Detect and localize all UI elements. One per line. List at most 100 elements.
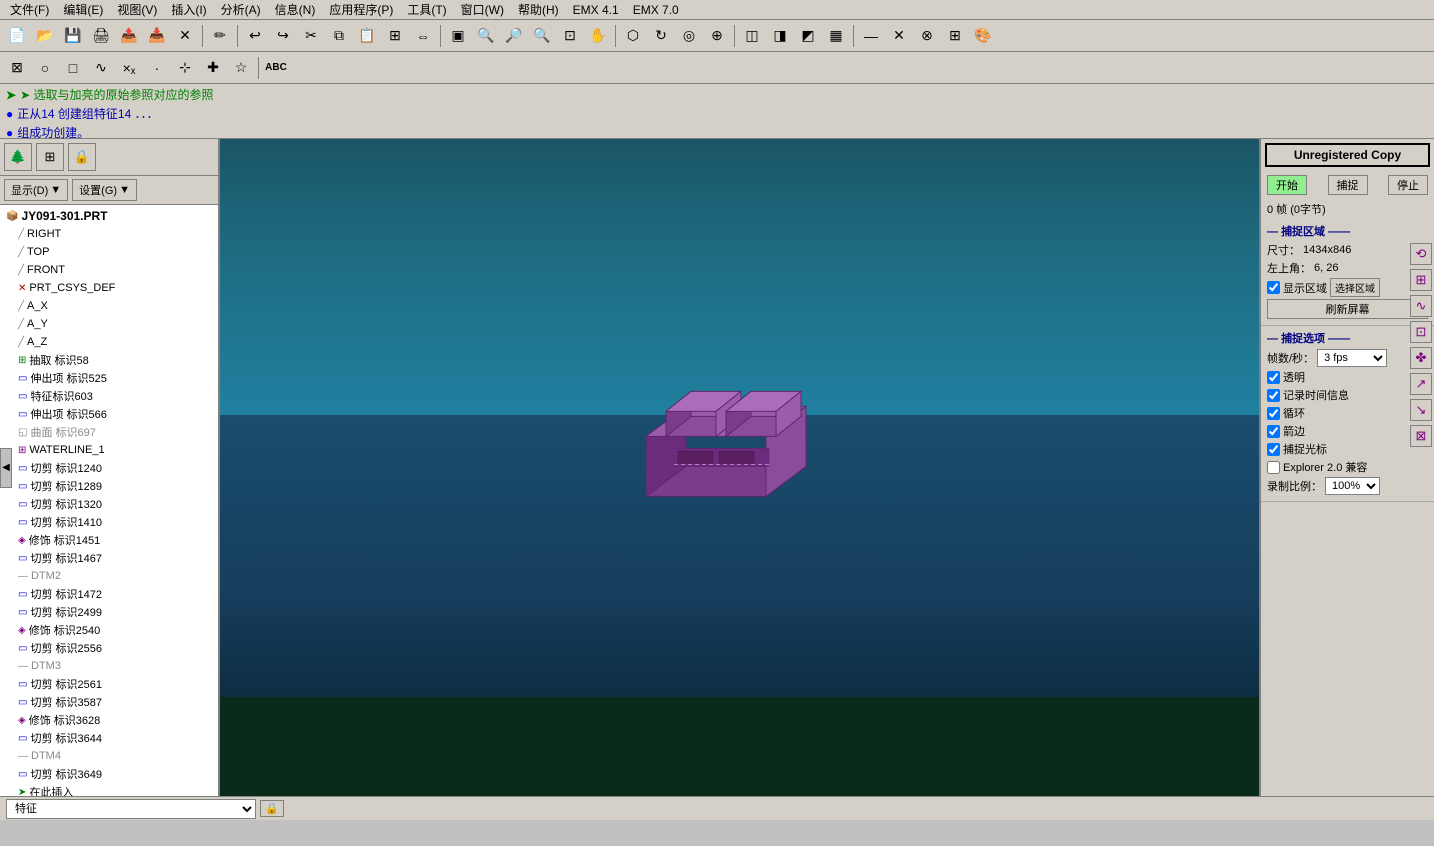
tree-item[interactable]: ╱ A_Z (2, 333, 216, 351)
loop-checkbox[interactable] (1267, 407, 1280, 420)
tb2-3[interactable]: □ (60, 55, 86, 81)
tree-item[interactable]: ╱ A_X (2, 297, 216, 315)
fps-select[interactable]: 3 fps 5 fps 10 fps 15 fps (1317, 349, 1387, 367)
refresh-button[interactable]: 刷新屏幕 (1267, 299, 1428, 319)
tb2-2[interactable]: ○ (32, 55, 58, 81)
tree-item[interactable]: — DTM2 (2, 567, 216, 585)
cursor-checkbox[interactable] (1267, 443, 1280, 456)
explorer-checkbox[interactable] (1267, 461, 1280, 474)
menu-info[interactable]: 信息(N) (269, 0, 322, 19)
ri-btn-6[interactable]: ↗ (1410, 373, 1432, 395)
feature-select[interactable]: 特征 (6, 799, 256, 819)
tb-open[interactable]: 📂 (32, 23, 58, 49)
tb-save[interactable]: 💾 (60, 23, 86, 49)
tb2-anno[interactable]: ABC (263, 55, 289, 81)
tb2-6[interactable]: ∙ (144, 55, 170, 81)
tree-item[interactable]: ✕ PRT_CSYS_DEF (2, 279, 216, 297)
tree-item[interactable]: ▭ 切剪 标识2556 (2, 639, 216, 657)
record-time-checkbox[interactable] (1267, 389, 1280, 402)
settings-dropdown[interactable]: 设置(G) ▼ (72, 179, 137, 201)
tree-item[interactable]: ▭ 切剪 标识1289 (2, 477, 216, 495)
lock-button[interactable]: 🔒 (260, 800, 284, 817)
tree-item[interactable]: ⊞ WATERLINE_1 (2, 441, 216, 459)
tb2-9[interactable]: ☆ (228, 55, 254, 81)
ri-btn-4[interactable]: ⊡ (1410, 321, 1432, 343)
tree-item[interactable]: ▭ 特征标识603 (2, 387, 216, 405)
collapse-panel-button[interactable]: ◀ (0, 448, 12, 488)
tb-copy[interactable]: ⧉ (326, 23, 352, 49)
tree-item[interactable]: ⊞ 抽取 标识58 (2, 351, 216, 369)
tb-datum2[interactable]: ✕ (886, 23, 912, 49)
ri-btn-1[interactable]: ⟲ (1410, 243, 1432, 265)
menu-analysis[interactable]: 分析(A) (215, 0, 267, 19)
border-checkbox[interactable] (1267, 425, 1280, 438)
tree-item[interactable]: ▭ 切剪 标识1240 (2, 459, 216, 477)
menu-help[interactable]: 帮助(H) (512, 0, 565, 19)
tb2-1[interactable]: ⊠ (4, 55, 30, 81)
start-button[interactable]: 开始 (1267, 175, 1307, 195)
ri-btn-3[interactable]: ∿ (1410, 295, 1432, 317)
menu-file[interactable]: 文件(F) (4, 0, 55, 19)
tree-item[interactable]: ▭ 切剪 标识3644 (2, 729, 216, 747)
transparent-checkbox[interactable] (1267, 371, 1280, 384)
ri-btn-2[interactable]: ⊞ (1410, 269, 1432, 291)
tb-spin[interactable]: ↻ (648, 23, 674, 49)
tree-item[interactable]: ▭ 伸出项 标识525 (2, 369, 216, 387)
select-region-button[interactable]: 选择区域 (1330, 278, 1380, 297)
tb-redo[interactable]: ↪ (270, 23, 296, 49)
tb-zoom-in[interactable]: 🔎 (501, 23, 527, 49)
capture-button[interactable]: 捕捉 (1328, 175, 1368, 195)
menu-tools[interactable]: 工具(T) (401, 0, 452, 19)
tree-item[interactable]: ◈ 修饰 标识3628 (2, 711, 216, 729)
tree-item[interactable]: ▭ 切剪 标识2561 (2, 675, 216, 693)
tb-export[interactable]: 📤 (116, 23, 142, 49)
display-dropdown[interactable]: 显示(D) ▼ (4, 179, 68, 201)
tb-search[interactable]: 🔍 (473, 23, 499, 49)
tb-mirror[interactable]: ⇔ (410, 23, 436, 49)
tb-datum1[interactable]: — (858, 23, 884, 49)
tb-zoom2[interactable]: ◎ (676, 23, 702, 49)
ri-btn-5[interactable]: ✤ (1410, 347, 1432, 369)
tb-datum4[interactable]: ⊞ (942, 23, 968, 49)
menu-emx70[interactable]: EMX 7.0 (627, 2, 685, 18)
stop-button[interactable]: 停止 (1388, 175, 1428, 195)
tb-pan[interactable]: ✋ (585, 23, 611, 49)
tb-orient[interactable]: ⬡ (620, 23, 646, 49)
refresh-row[interactable]: 刷新屏幕 (1267, 299, 1428, 319)
tree-item[interactable]: ╱ RIGHT (2, 225, 216, 243)
ri-btn-8[interactable]: ⊠ (1410, 425, 1432, 447)
tb-undo[interactable]: ↩ (242, 23, 268, 49)
tb-render4[interactable]: ▦ (823, 23, 849, 49)
tree-root-item[interactable]: 📦 JY091-301.PRT (2, 207, 216, 225)
tb-datum3[interactable]: ⊗ (914, 23, 940, 49)
lt-model-tree[interactable]: 🌲 (4, 143, 32, 171)
tb-print[interactable]: 🖨 (88, 23, 114, 49)
tree-item[interactable]: ╱ TOP (2, 243, 216, 261)
tb-paste[interactable]: 📋 (354, 23, 380, 49)
show-region-checkbox[interactable] (1267, 281, 1280, 294)
tb-color[interactable]: 🎨 (970, 23, 996, 49)
scale-select[interactable]: 100% 75% 50% (1325, 477, 1380, 495)
tb-render1[interactable]: ◫ (739, 23, 765, 49)
lt-layer[interactable]: ⊞ (36, 143, 64, 171)
menu-insert[interactable]: 插入(I) (165, 0, 212, 19)
tb2-8[interactable]: ✚ (200, 55, 226, 81)
tree-item[interactable]: ▭ 切剪 标识3587 (2, 693, 216, 711)
tree-item[interactable]: ▭ 切剪 标识3649 (2, 765, 216, 783)
tree-item[interactable]: ▭ 切剪 标识1320 (2, 495, 216, 513)
tb2-5[interactable]: ×ₓ (116, 55, 142, 81)
menu-window[interactable]: 窗口(W) (455, 0, 510, 19)
tree-item[interactable]: ▭ 切剪 标识1467 (2, 549, 216, 567)
tb-import[interactable]: 📥 (144, 23, 170, 49)
3d-viewport[interactable] (220, 139, 1259, 796)
tree-item[interactable]: ◈ 修饰 标识1451 (2, 531, 216, 549)
menu-view[interactable]: 视图(V) (111, 0, 163, 19)
tb-zoom-out[interactable]: 🔍 (529, 23, 555, 49)
menu-apps[interactable]: 应用程序(P) (323, 0, 399, 19)
tree-item[interactable]: ╱ FRONT (2, 261, 216, 279)
tb-new[interactable]: 📄 (4, 23, 30, 49)
ri-btn-7[interactable]: ↘ (1410, 399, 1432, 421)
lt-lock[interactable]: 🔒 (68, 143, 96, 171)
tb2-7[interactable]: ⊹ (172, 55, 198, 81)
tb-select[interactable]: ▣ (445, 23, 471, 49)
